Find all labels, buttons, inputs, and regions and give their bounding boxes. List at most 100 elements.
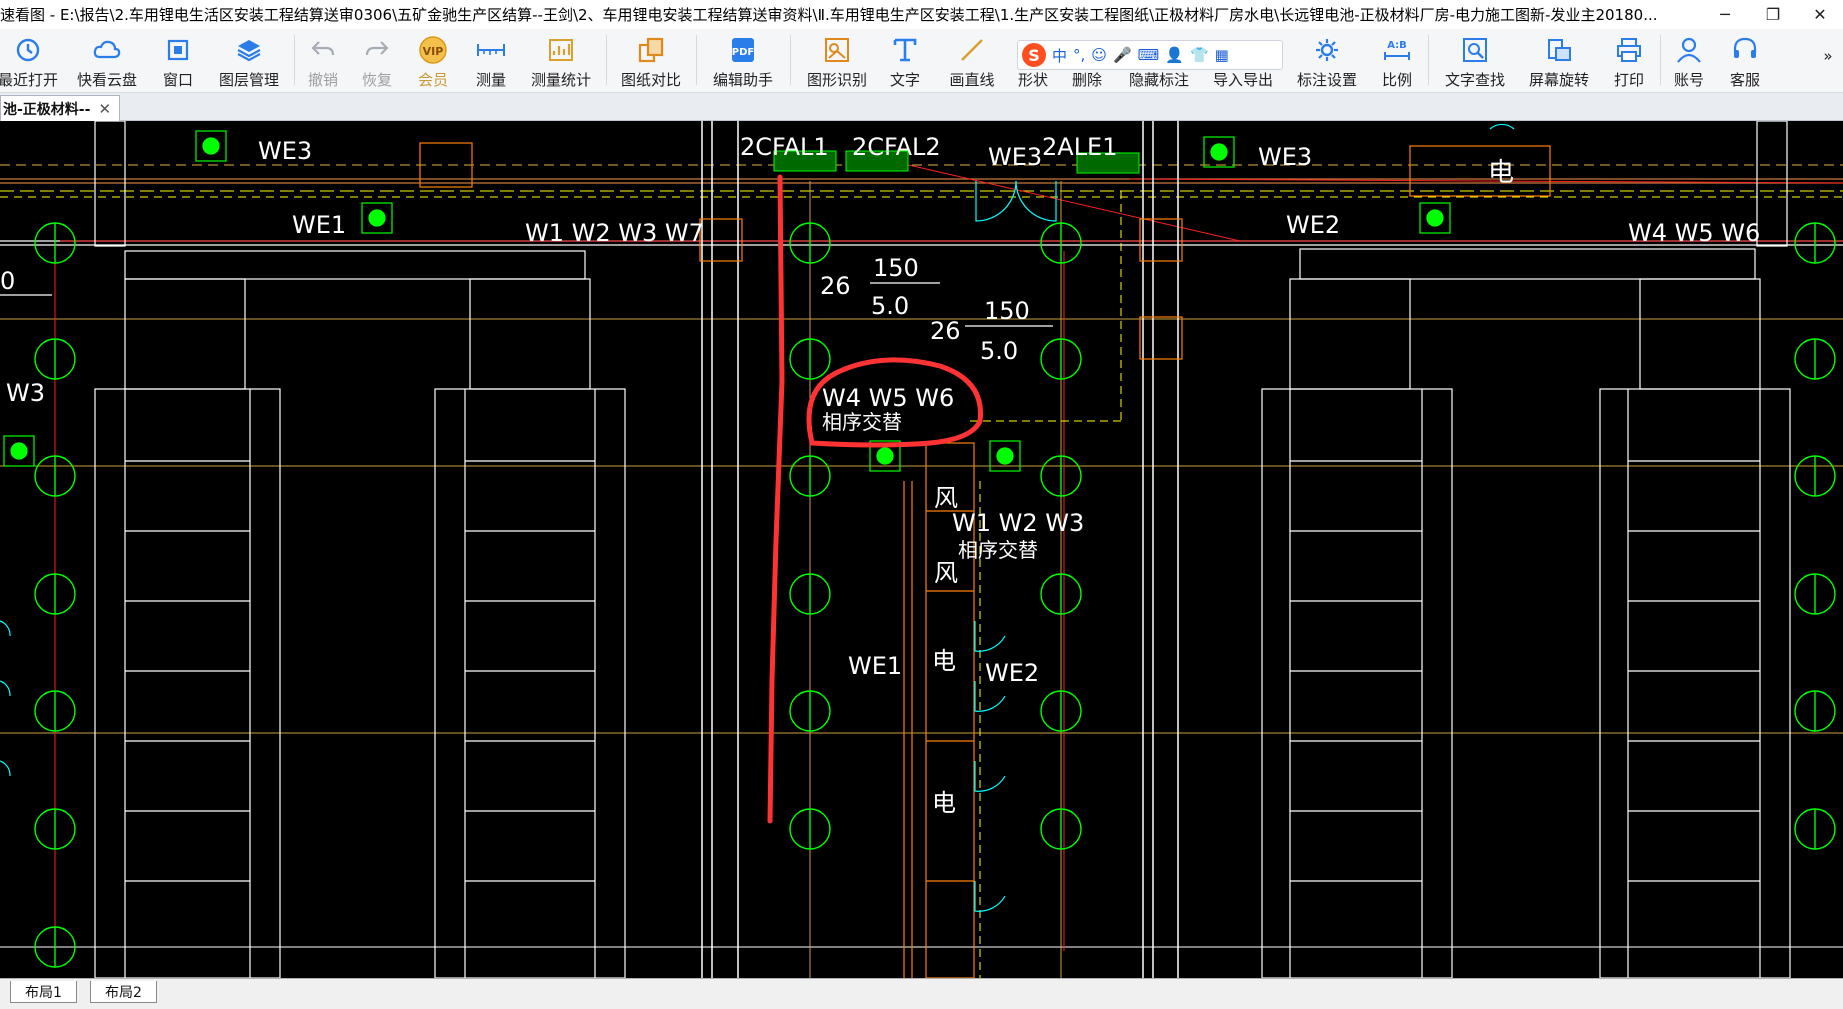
layers-icon [234,35,264,65]
dimension-150: 150 [984,297,1030,325]
sogou-logo-icon: S [1022,43,1046,67]
label-electric: 电 [1488,158,1514,188]
grid-menu-icon[interactable]: ▦ [1215,46,1229,64]
title-bar: 速看图 - E:\报告\2.车用锂电生活区安装工程结算送审0306\五矿金驰生产… [0,0,1843,29]
label-2cfal2: 2CFAL2 [852,133,941,161]
label-we3: WE3 [1258,143,1312,171]
microphone-icon[interactable]: 🎤 [1113,46,1132,64]
label-2cfal1: 2CFAL1 [740,133,829,161]
text-search-button[interactable]: 文字查找 [1440,29,1510,93]
svg-text:PDF: PDF [732,47,754,58]
label-w1w2w3: W1 W2 W3 [952,509,1084,537]
edit-assistant-icon: PDF [728,35,758,65]
toolbar-more-button[interactable]: » [1818,29,1838,93]
label-zero: 0 [0,267,15,295]
window-button[interactable]: 窗口 [158,29,198,93]
layout-tab-1[interactable]: 布局1 [10,981,77,1003]
svg-text:A:B: A:B [1387,40,1407,51]
measure-button[interactable]: 测量 [470,29,512,93]
print-button[interactable]: 打印 [1608,29,1650,93]
close-tab-icon[interactable]: ✕ [98,100,111,118]
support-button[interactable]: 客服 [1724,29,1766,93]
toolbar-separator [294,35,295,85]
rotate-icon [1544,35,1574,65]
annotation-settings-button[interactable]: 标注设置 [1292,29,1362,93]
dimension-26: 26 [820,272,851,300]
user-icon[interactable]: 👤 [1165,46,1184,64]
draw-line-button[interactable]: 画直线 [944,29,1000,93]
text-search-icon [1460,35,1490,65]
recognize-button[interactable]: 图形识别 [802,29,872,93]
label-we3: WE3 [988,143,1042,171]
layout-tab-bar: 布局1 布局2 [0,978,1843,1009]
label-w4w5w6: W4 W5 W6 [822,384,954,412]
label-w4w5w6: W4 W5 W6 [1628,219,1760,247]
toolbar-separator [1428,35,1429,85]
keyboard-icon[interactable]: ⌨ [1138,46,1160,64]
red-circuit-lines [54,162,1843,951]
annotation-settings-icon [1312,35,1342,65]
document-tab[interactable]: 池-正极材料-- ✕ [0,95,121,121]
account-icon [1674,35,1704,65]
dimension-150: 150 [873,254,919,282]
cloud-icon [92,35,122,65]
label-we2: WE2 [985,659,1039,687]
toolbar-separator [1660,35,1661,85]
label-we3: WE3 [258,137,312,165]
cloud-button[interactable]: 快看云盘 [72,29,142,93]
horizontal-lines [0,164,1843,948]
layers-button[interactable]: 图层管理 [214,29,284,93]
stats-icon [546,35,576,65]
label-2ale1: 2ALE1 [1042,133,1118,161]
label-electric: 电 [932,647,956,675]
account-button[interactable]: 账号 [1668,29,1710,93]
ime-mode-label[interactable]: 中 [1052,45,1067,66]
document-tab-label: 池-正极材料-- [3,101,91,118]
maximize-button[interactable]: ❐ [1750,0,1796,29]
skin-icon[interactable]: 👕 [1190,46,1209,64]
undo-button[interactable]: 撤销 [302,29,344,93]
print-icon [1614,35,1644,65]
undo-icon [308,35,338,65]
vip-button[interactable]: VIP 会员 [412,29,454,93]
measure-stats-button[interactable]: 测量统计 [526,29,596,93]
scale-button[interactable]: A:B 比例 [1376,29,1418,93]
emoji-icon[interactable]: ☺ [1091,46,1107,64]
recent-button[interactable]: 最近打开 [0,29,58,93]
compare-icon [636,35,666,65]
recognize-icon [822,35,852,65]
cad-drawing: WE3 2CFAL1 2CFAL2 WE3 2ALE1 WE3 电 WE1 W1… [0,121,1843,978]
label-fan: 风 [934,559,958,587]
label-we1: WE1 [292,211,346,239]
support-icon [1730,35,1760,65]
layout-tab-2[interactable]: 布局2 [90,981,157,1003]
ime-punct-label[interactable]: °, [1073,46,1085,64]
redo-button[interactable]: 恢复 [356,29,398,93]
label-w3: W3 [6,379,45,407]
label-phase: 相序交替 [958,538,1038,562]
dimension-5: 5.0 [871,292,909,320]
label-w1w2w3w7: W1 W2 W3 W7 [525,219,704,247]
text-button[interactable]: 文字 [884,29,926,93]
minimize-button[interactable]: ─ [1702,0,1748,29]
drawing-canvas[interactable]: WE3 2CFAL1 2CFAL2 WE3 2ALE1 WE3 电 WE1 W1… [0,121,1843,978]
edit-assistant-button[interactable]: PDF 编辑助手 [708,29,778,93]
ime-toolbar[interactable]: S 中 °, ☺ 🎤 ⌨ 👤 👕 ▦ [1017,40,1283,70]
equipment-right-a [1261,121,1791,978]
label-we2: WE2 [1286,211,1340,239]
close-window-button[interactable]: ✕ [1797,0,1843,29]
rotate-button[interactable]: 屏幕旋转 [1524,29,1594,93]
dimension-26: 26 [930,317,961,345]
compare-button[interactable]: 图纸对比 [616,29,686,93]
emergency-lights [3,130,1451,472]
svg-text:VIP: VIP [423,45,444,58]
text-icon [890,35,920,65]
line-icon [957,35,987,65]
vip-icon: VIP [418,35,448,65]
label-electric: 电 [932,789,956,817]
scale-icon: A:B [1382,35,1412,65]
document-tab-bar: 池-正极材料-- ✕ [0,93,1843,121]
app-window: 速看图 - E:\报告\2.车用锂电生活区安装工程结算送审0306\五矿金驰生产… [0,0,1843,1009]
main-toolbar: 最近打开 快看云盘 窗口 图层管理 撤销 恢复 VIP 会员 测量 测量统计 图… [0,29,1843,93]
cad-labels: WE3 2CFAL1 2CFAL2 WE3 2ALE1 WE3 电 WE1 W1… [0,133,1760,817]
